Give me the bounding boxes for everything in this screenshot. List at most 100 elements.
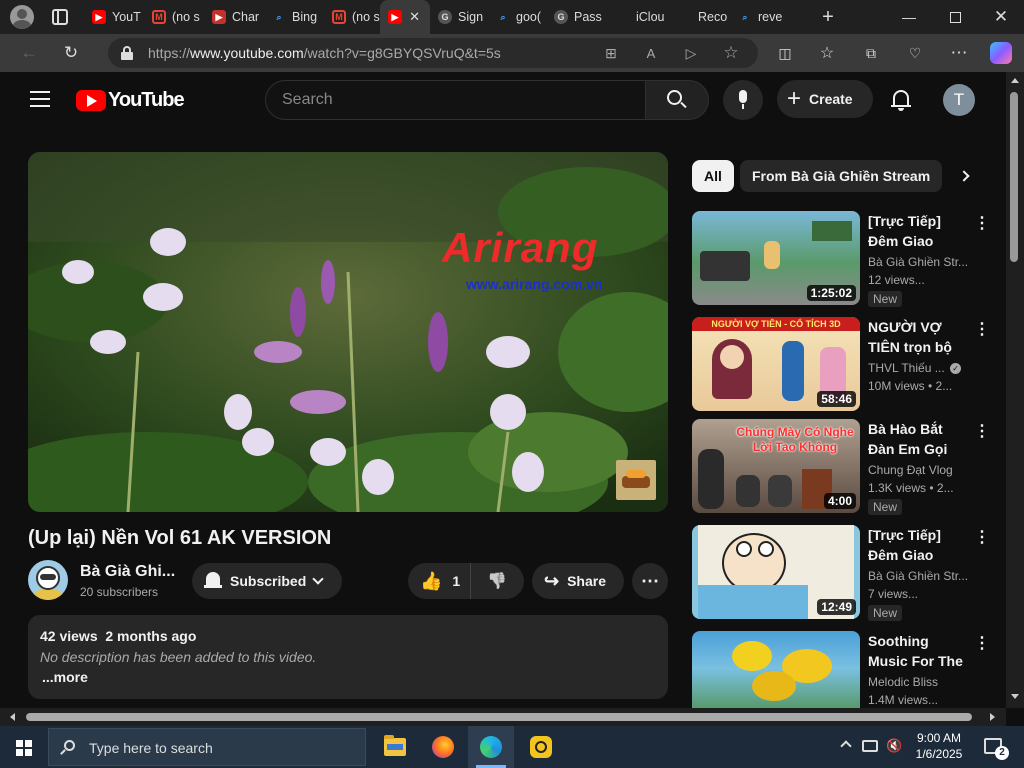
browser-tab[interactable]: ⌕ goo(	[488, 0, 546, 34]
more-actions-button[interactable]: ⋯	[632, 563, 668, 599]
horizontal-scrollbar[interactable]	[0, 708, 1006, 726]
recommendation-item[interactable]: 12:49 [Trực Tiếp] Đêm Giao Thừa... Bà Gi…	[692, 525, 992, 621]
search-box[interactable]	[265, 80, 645, 120]
recommendation-thumbnail[interactable]: Chúng Mày Có Nghe Lời Tao Không 4:00	[692, 419, 860, 513]
new-tab-button[interactable]: +	[816, 6, 840, 28]
share-button[interactable]: ↪ Share	[532, 563, 624, 599]
account-avatar[interactable]: T	[943, 84, 975, 116]
recommendation-thumbnail[interactable]	[692, 631, 860, 708]
chip-all[interactable]: All	[692, 160, 734, 192]
app-available-icon[interactable]: ⊞	[600, 42, 622, 64]
search-input[interactable]	[282, 81, 622, 119]
clock[interactable]: 9:00 AM 1/6/2025	[906, 731, 972, 761]
channel-name[interactable]: Bà Già Ghi...	[80, 563, 175, 581]
recommendation-item[interactable]: Soothing Music For The Nerve... Melodic …	[692, 631, 992, 708]
refresh-icon[interactable]: ↻	[60, 42, 82, 64]
video-icon[interactable]: ▷	[680, 42, 702, 64]
windows-start-icon[interactable]	[16, 740, 32, 756]
copilot-icon[interactable]	[990, 42, 1012, 64]
recommendation-thumbnail[interactable]: NGƯỜI VỢ TIÊN - CỔ TÍCH 3D 58:46	[692, 317, 860, 411]
profile-avatar[interactable]	[10, 5, 34, 29]
recommendation-thumbnail[interactable]: 1:25:02	[692, 211, 860, 305]
scroll-right-arrow-icon[interactable]	[990, 713, 995, 721]
collections-icon[interactable]: ⧉	[860, 42, 882, 64]
taskbar-search-box[interactable]: Type here to search	[48, 728, 366, 766]
description-box[interactable]: 42 views 2 months ago No description has…	[28, 615, 668, 699]
volume-muted-icon[interactable]: 🔇	[886, 738, 902, 754]
browser-tab[interactable]: G Pass	[546, 0, 608, 34]
kebab-menu-icon[interactable]: ⋮	[974, 421, 990, 441]
recommendation-channel[interactable]: THVL Thiếu ... ✓	[868, 361, 978, 375]
chip-from-channel[interactable]: From Bà Già Ghiền Stream	[740, 160, 943, 192]
google-favicon-icon: G	[554, 10, 568, 24]
browser-tab[interactable]: G Sign	[430, 0, 488, 34]
video-channel-watermark-icon[interactable]	[616, 460, 656, 500]
show-hidden-icons-icon[interactable]	[840, 740, 852, 752]
favorite-star-icon[interactable]: ☆	[720, 42, 742, 64]
browser-tab[interactable]: ▶ ✕	[380, 0, 430, 34]
favorites-icon[interactable]: ☆	[816, 42, 838, 64]
recommendation-item[interactable]: NGƯỜI VỢ TIÊN - CỔ TÍCH 3D 58:46 NGƯỜI V…	[692, 317, 992, 413]
like-button[interactable]: 👍 1	[408, 563, 472, 599]
close-tab-icon[interactable]: ✕	[409, 9, 420, 25]
kebab-menu-icon[interactable]: ⋮	[974, 213, 990, 233]
browser-essentials-icon[interactable]: ♡	[904, 42, 926, 64]
file-explorer-icon[interactable]	[384, 735, 406, 756]
description-more-link[interactable]: ...more	[42, 669, 88, 685]
search-button[interactable]	[645, 80, 709, 120]
recommendation-channel[interactable]: Chung Đạt Vlog	[868, 463, 968, 477]
horizontal-scroll-thumb[interactable]	[26, 713, 972, 721]
scroll-down-arrow-icon[interactable]	[1011, 694, 1019, 699]
video-player[interactable]: Arirang www.arirang.com.vn	[28, 152, 668, 512]
channel-avatar[interactable]	[28, 560, 68, 600]
subscribed-button[interactable]: Subscribed	[192, 563, 342, 599]
app-yellow-icon[interactable]	[530, 736, 552, 758]
notification-center-icon[interactable]: 2	[984, 738, 1009, 760]
voice-search-button[interactable]	[723, 80, 763, 120]
back-icon[interactable]: ←	[18, 42, 40, 64]
minimize-button[interactable]: —	[886, 0, 932, 34]
lock-icon[interactable]	[121, 46, 133, 60]
vertical-scroll-thumb[interactable]	[1010, 92, 1018, 262]
create-button[interactable]: + Create	[777, 80, 873, 118]
tab-actions-icon[interactable]	[52, 9, 68, 25]
recommendation-title[interactable]: [Trực Tiếp] Đêm Giao Thừa...	[868, 211, 968, 251]
scroll-up-arrow-icon[interactable]	[1011, 78, 1019, 83]
scroll-left-arrow-icon[interactable]	[10, 713, 15, 721]
dislike-button[interactable]: 👎	[471, 563, 507, 599]
browser-tab[interactable]: M (no s	[324, 0, 380, 34]
browser-tab[interactable]: ⌕ reve	[730, 0, 790, 34]
vertical-scrollbar[interactable]	[1006, 72, 1024, 708]
chip-scroll-right-icon[interactable]	[958, 170, 970, 182]
read-aloud-icon[interactable]: A	[640, 42, 662, 64]
edge-taskbar-icon[interactable]	[468, 726, 514, 768]
recommendation-title[interactable]: Soothing Music For The Nerve...	[868, 631, 968, 671]
recommendation-channel[interactable]: Bà Già Ghiền Str...	[868, 569, 968, 583]
recommendation-title[interactable]: NGƯỜI VỢ TIÊN trọn bộ🌹🌷 C...	[868, 317, 968, 357]
kebab-menu-icon[interactable]: ⋮	[974, 633, 990, 653]
youtube-logo[interactable]: YouTube	[76, 89, 185, 111]
browser-tab[interactable]: ▶ YouT	[84, 0, 144, 34]
notifications-bell-icon[interactable]	[891, 89, 911, 111]
recommendation-thumbnail[interactable]: 12:49	[692, 525, 860, 619]
browser-tab[interactable]: M (no s	[144, 0, 204, 34]
maximize-button[interactable]	[932, 0, 978, 34]
recommendation-title[interactable]: Bà Hào Bắt Đàn Em Gọi Chung...	[868, 419, 968, 459]
hamburger-menu-icon[interactable]	[30, 91, 50, 107]
recommendation-channel[interactable]: Melodic Bliss	[868, 675, 968, 689]
browser-tab[interactable]: Reco	[670, 0, 730, 34]
browser-tab[interactable]: ⌕ Bing	[264, 0, 324, 34]
browser-tab[interactable]: ▶ Char	[204, 0, 264, 34]
more-options-icon[interactable]: ⋯	[948, 42, 970, 64]
recommendation-title[interactable]: [Trực Tiếp] Đêm Giao Thừa...	[868, 525, 968, 565]
close-window-button[interactable]: ✕	[978, 0, 1024, 34]
split-screen-icon[interactable]: ◫	[774, 42, 796, 64]
kebab-menu-icon[interactable]: ⋮	[974, 527, 990, 547]
recommendation-item[interactable]: Chúng Mày Có Nghe Lời Tao Không 4:00 Bà …	[692, 419, 992, 515]
browser-tab[interactable]: iClou	[608, 0, 670, 34]
recommendation-item[interactable]: 1:25:02 [Trực Tiếp] Đêm Giao Thừa... Bà …	[692, 211, 992, 307]
recommendation-channel[interactable]: Bà Già Ghiền Str...	[868, 255, 968, 269]
kebab-menu-icon[interactable]: ⋮	[974, 319, 990, 339]
firefox-icon[interactable]	[432, 736, 454, 758]
network-icon[interactable]	[862, 740, 878, 752]
